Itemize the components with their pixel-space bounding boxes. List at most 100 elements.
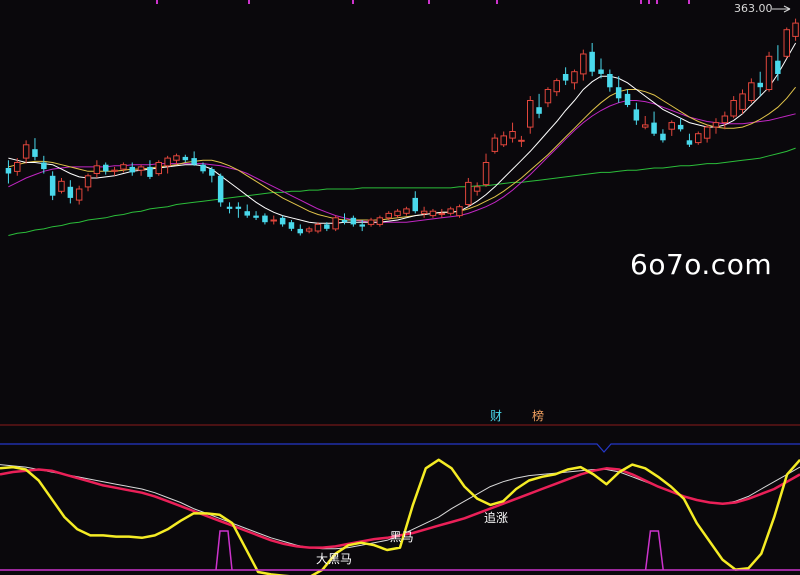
candle-74 — [660, 129, 666, 143]
candle-55 — [491, 133, 499, 154]
candle-49 — [438, 208, 446, 218]
candle-20 — [182, 154, 189, 163]
candle-86 — [765, 51, 773, 92]
candle-10 — [93, 160, 101, 178]
candle-17 — [155, 160, 162, 176]
ma-white-line — [8, 42, 797, 224]
candle-48 — [429, 208, 437, 218]
candle-32 — [288, 220, 295, 232]
candle-11 — [103, 162, 109, 175]
top-tick-5 — [640, 0, 642, 4]
candle-58 — [518, 135, 525, 147]
osc-label-2: 追涨 — [484, 510, 508, 525]
stock-chart-screen: 大黑马 黑马 追涨 6o7o.com 363.00 财 榜 — [0, 0, 800, 575]
candle-6 — [58, 177, 65, 194]
top-tick-4 — [496, 0, 498, 4]
bang-badge[interactable]: 榜 — [531, 408, 545, 424]
candle-62 — [553, 78, 560, 97]
candle-77 — [686, 133, 693, 147]
cai-badge[interactable]: 财 — [489, 408, 503, 424]
candle-44 — [394, 208, 401, 218]
candle-61 — [544, 87, 552, 108]
candle-3 — [32, 138, 38, 161]
osc-blue-line — [0, 443, 800, 453]
candle-29 — [262, 213, 268, 225]
candle-85 — [757, 71, 763, 97]
candle-73 — [651, 111, 657, 136]
candle-12 — [111, 166, 118, 176]
watermark: 6o7o.com — [630, 248, 773, 281]
candle-18 — [164, 155, 171, 174]
candle-35 — [314, 222, 322, 234]
candle-8 — [75, 185, 83, 205]
candle-78 — [695, 131, 702, 145]
candle-39 — [350, 215, 357, 227]
candle-75 — [668, 120, 675, 136]
candle-54 — [482, 153, 490, 187]
candle-89 — [792, 18, 799, 41]
candle-31 — [279, 215, 286, 227]
candle-33 — [297, 224, 303, 236]
chart-canvas: 大黑马 黑马 追涨 — [0, 0, 800, 575]
candle-63 — [562, 67, 569, 86]
osc-label-1: 黑马 — [390, 530, 414, 544]
candle-52 — [465, 177, 472, 207]
ma-magenta-line — [8, 100, 796, 223]
candle-2 — [22, 140, 30, 164]
candle-67 — [598, 58, 604, 79]
candle-65 — [580, 49, 587, 81]
top-tick-2 — [352, 0, 354, 4]
candle-50 — [447, 206, 454, 216]
candle-7 — [67, 180, 74, 204]
candle-16 — [147, 160, 153, 180]
candle-26 — [235, 202, 242, 218]
candle-72 — [642, 116, 649, 130]
candle-53 — [473, 182, 481, 196]
candle-25 — [226, 202, 233, 214]
top-tick-1 — [248, 0, 250, 4]
candle-57 — [509, 122, 516, 143]
candle-42 — [376, 215, 384, 227]
candle-79 — [703, 124, 711, 143]
candle-27 — [244, 204, 250, 218]
candle-28 — [253, 211, 259, 221]
candle-45 — [403, 206, 410, 216]
candle-84 — [748, 78, 755, 103]
candle-0 — [5, 160, 12, 184]
candle-46 — [412, 191, 418, 214]
candle-9 — [84, 173, 92, 192]
candle-70 — [624, 89, 631, 108]
candle-5 — [49, 171, 56, 201]
candle-71 — [633, 102, 640, 125]
osc-label-0: 大黑马 — [316, 552, 352, 566]
candle-34 — [305, 226, 313, 234]
candle-66 — [589, 42, 595, 77]
candle-24 — [217, 173, 224, 207]
candle-76 — [677, 118, 684, 132]
candle-80 — [712, 118, 720, 134]
candle-64 — [571, 69, 578, 90]
top-tick-3 — [428, 0, 430, 4]
candle-60 — [536, 93, 542, 119]
candle-15 — [137, 164, 145, 176]
top-tick-7 — [656, 0, 658, 4]
signal-spike-2 — [644, 530, 664, 571]
signal-spike-1 — [215, 530, 233, 571]
max-price-arrow — [772, 5, 791, 13]
candle-82 — [730, 96, 737, 119]
candle-41 — [367, 217, 375, 227]
candle-88 — [783, 27, 790, 59]
candle-83 — [739, 89, 746, 114]
candle-87 — [775, 45, 781, 81]
candle-21 — [191, 151, 197, 166]
candle-23 — [209, 166, 215, 183]
ma-yellow-line — [8, 86, 796, 221]
candle-47 — [420, 206, 428, 218]
candle-81 — [721, 111, 729, 130]
candle-19 — [173, 153, 180, 165]
max-price-label: 363.00 — [734, 2, 773, 15]
candle-69 — [615, 76, 622, 103]
top-tick-8 — [688, 0, 690, 4]
candle-51 — [456, 204, 463, 218]
candle-59 — [527, 96, 534, 134]
